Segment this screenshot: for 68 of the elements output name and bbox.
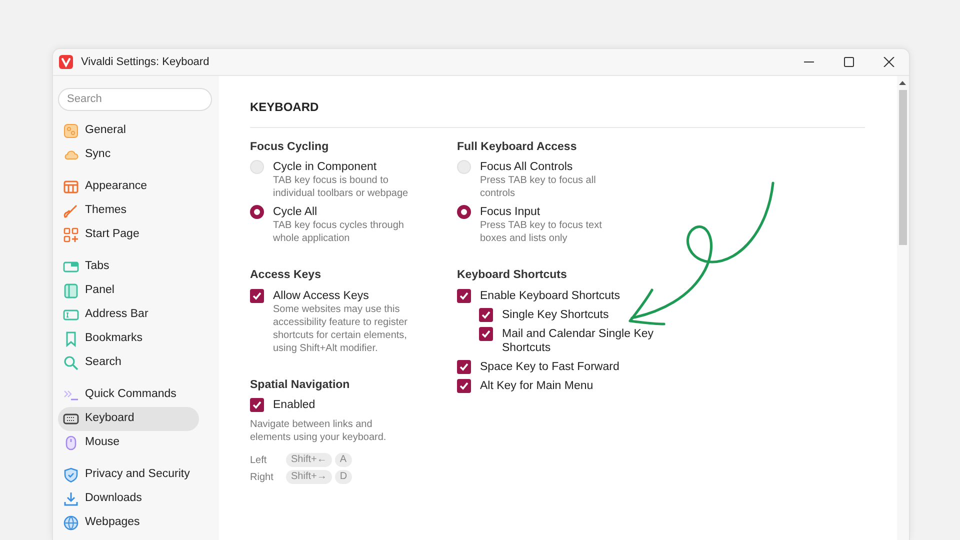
radio-button[interactable]: [457, 205, 471, 220]
download-icon: [63, 490, 79, 506]
sidebar-item[interactable]: Downloads: [58, 486, 199, 510]
shield-icon: [63, 466, 79, 482]
sidebar-item[interactable]: Webpages: [58, 510, 199, 534]
sidebar-item[interactable]: Bookmarks: [58, 326, 199, 350]
option-description: TAB key focus is bound to individual toolbars or webpage: [273, 174, 410, 200]
search-icon: [63, 354, 79, 370]
checkbox[interactable]: [250, 288, 264, 302]
checkbox[interactable]: [457, 360, 471, 374]
option-label: Allow Access Keys: [273, 288, 370, 302]
scrollbar[interactable]: [897, 76, 909, 540]
layout-icon: [63, 178, 79, 194]
window-title: Vivaldi Settings: Keyboard: [81, 54, 210, 70]
globe-icon: [63, 514, 79, 530]
option-label: Cycle in Component: [273, 160, 378, 174]
option-label: Focus All Controls: [480, 160, 574, 174]
option-label: Mail and Calendar Single Key Shortcuts: [502, 326, 655, 354]
section-title: Focus Cycling: [250, 140, 330, 155]
option-label: Alt Key for Main Menu: [480, 378, 594, 392]
app-logo-icon: [59, 55, 73, 69]
scroll-up-icon: [898, 80, 907, 86]
radio-button[interactable]: [250, 205, 264, 220]
option-description: TAB key focus cycles through whole application: [273, 219, 405, 246]
option-label: Single Key Shortcuts: [502, 308, 609, 322]
sidebar-item[interactable]: Appearance: [58, 174, 199, 198]
checkbox[interactable]: [479, 308, 493, 322]
maximize-icon: [843, 57, 855, 67]
section-title: Spatial Navigation: [250, 378, 351, 392]
checkbox[interactable]: [457, 378, 471, 392]
shortcut-label: Right: [250, 470, 274, 485]
help-text: Navigate between links and elements using your keyboard.: [250, 418, 388, 444]
sidebar-item[interactable]: Start Page: [58, 222, 199, 246]
checkbox[interactable]: [479, 326, 493, 340]
section-title: Access Keys: [250, 268, 322, 284]
option-description: Press TAB key to focus all controls: [480, 174, 597, 200]
section-title: Keyboard Shortcuts: [457, 268, 568, 284]
shortcut-label: Left: [250, 454, 268, 468]
sidebar-item[interactable]: Themes: [58, 198, 199, 222]
scrollbar-thumb[interactable]: [899, 90, 907, 245]
sidebar-item[interactable]: Tabs: [58, 254, 199, 278]
sidebar-item[interactable]: Address Bar: [58, 302, 199, 326]
section-heading: KEYBOARD: [250, 98, 865, 128]
sidebar-item[interactable]: Quick Commands: [58, 382, 199, 406]
close-icon: [883, 57, 895, 67]
option-label: Space Key to Fast Forward: [480, 360, 620, 374]
option-label: Enabled: [273, 398, 316, 412]
option-label: Cycle All: [273, 205, 318, 220]
sidebar-item[interactable]: Panel: [58, 278, 199, 302]
option-label: Enable Keyboard Shortcuts: [480, 288, 620, 302]
search-field[interactable]: Search: [58, 88, 212, 110]
sidebar-item[interactable]: Sync: [58, 142, 199, 166]
option-label: Focus Input: [480, 205, 542, 220]
option-description: Some websites may use this accessibility feature to register shortcuts for certain elements, using Shift+Alt modifier.: [273, 302, 409, 354]
panel-icon: [63, 282, 79, 298]
section-title: Full Keyboard Access: [457, 140, 578, 155]
settings-icon: [63, 122, 79, 138]
sidebar-item[interactable]: Mouse: [58, 430, 199, 454]
sidebar-item[interactable]: Keyboard: [58, 406, 199, 430]
option-description: Press TAB key to focus text boxes and lists only: [480, 219, 603, 246]
checkbox[interactable]: [457, 288, 471, 302]
grid-icon: [63, 226, 79, 242]
brush-icon: [63, 202, 79, 218]
sidebar-item[interactable]: General: [58, 118, 199, 142]
checkbox[interactable]: [250, 398, 264, 412]
sidebar-item[interactable]: Search: [58, 350, 199, 374]
sidebar-item[interactable]: Privacy and Security: [58, 462, 199, 486]
mouse-icon: [63, 434, 79, 450]
